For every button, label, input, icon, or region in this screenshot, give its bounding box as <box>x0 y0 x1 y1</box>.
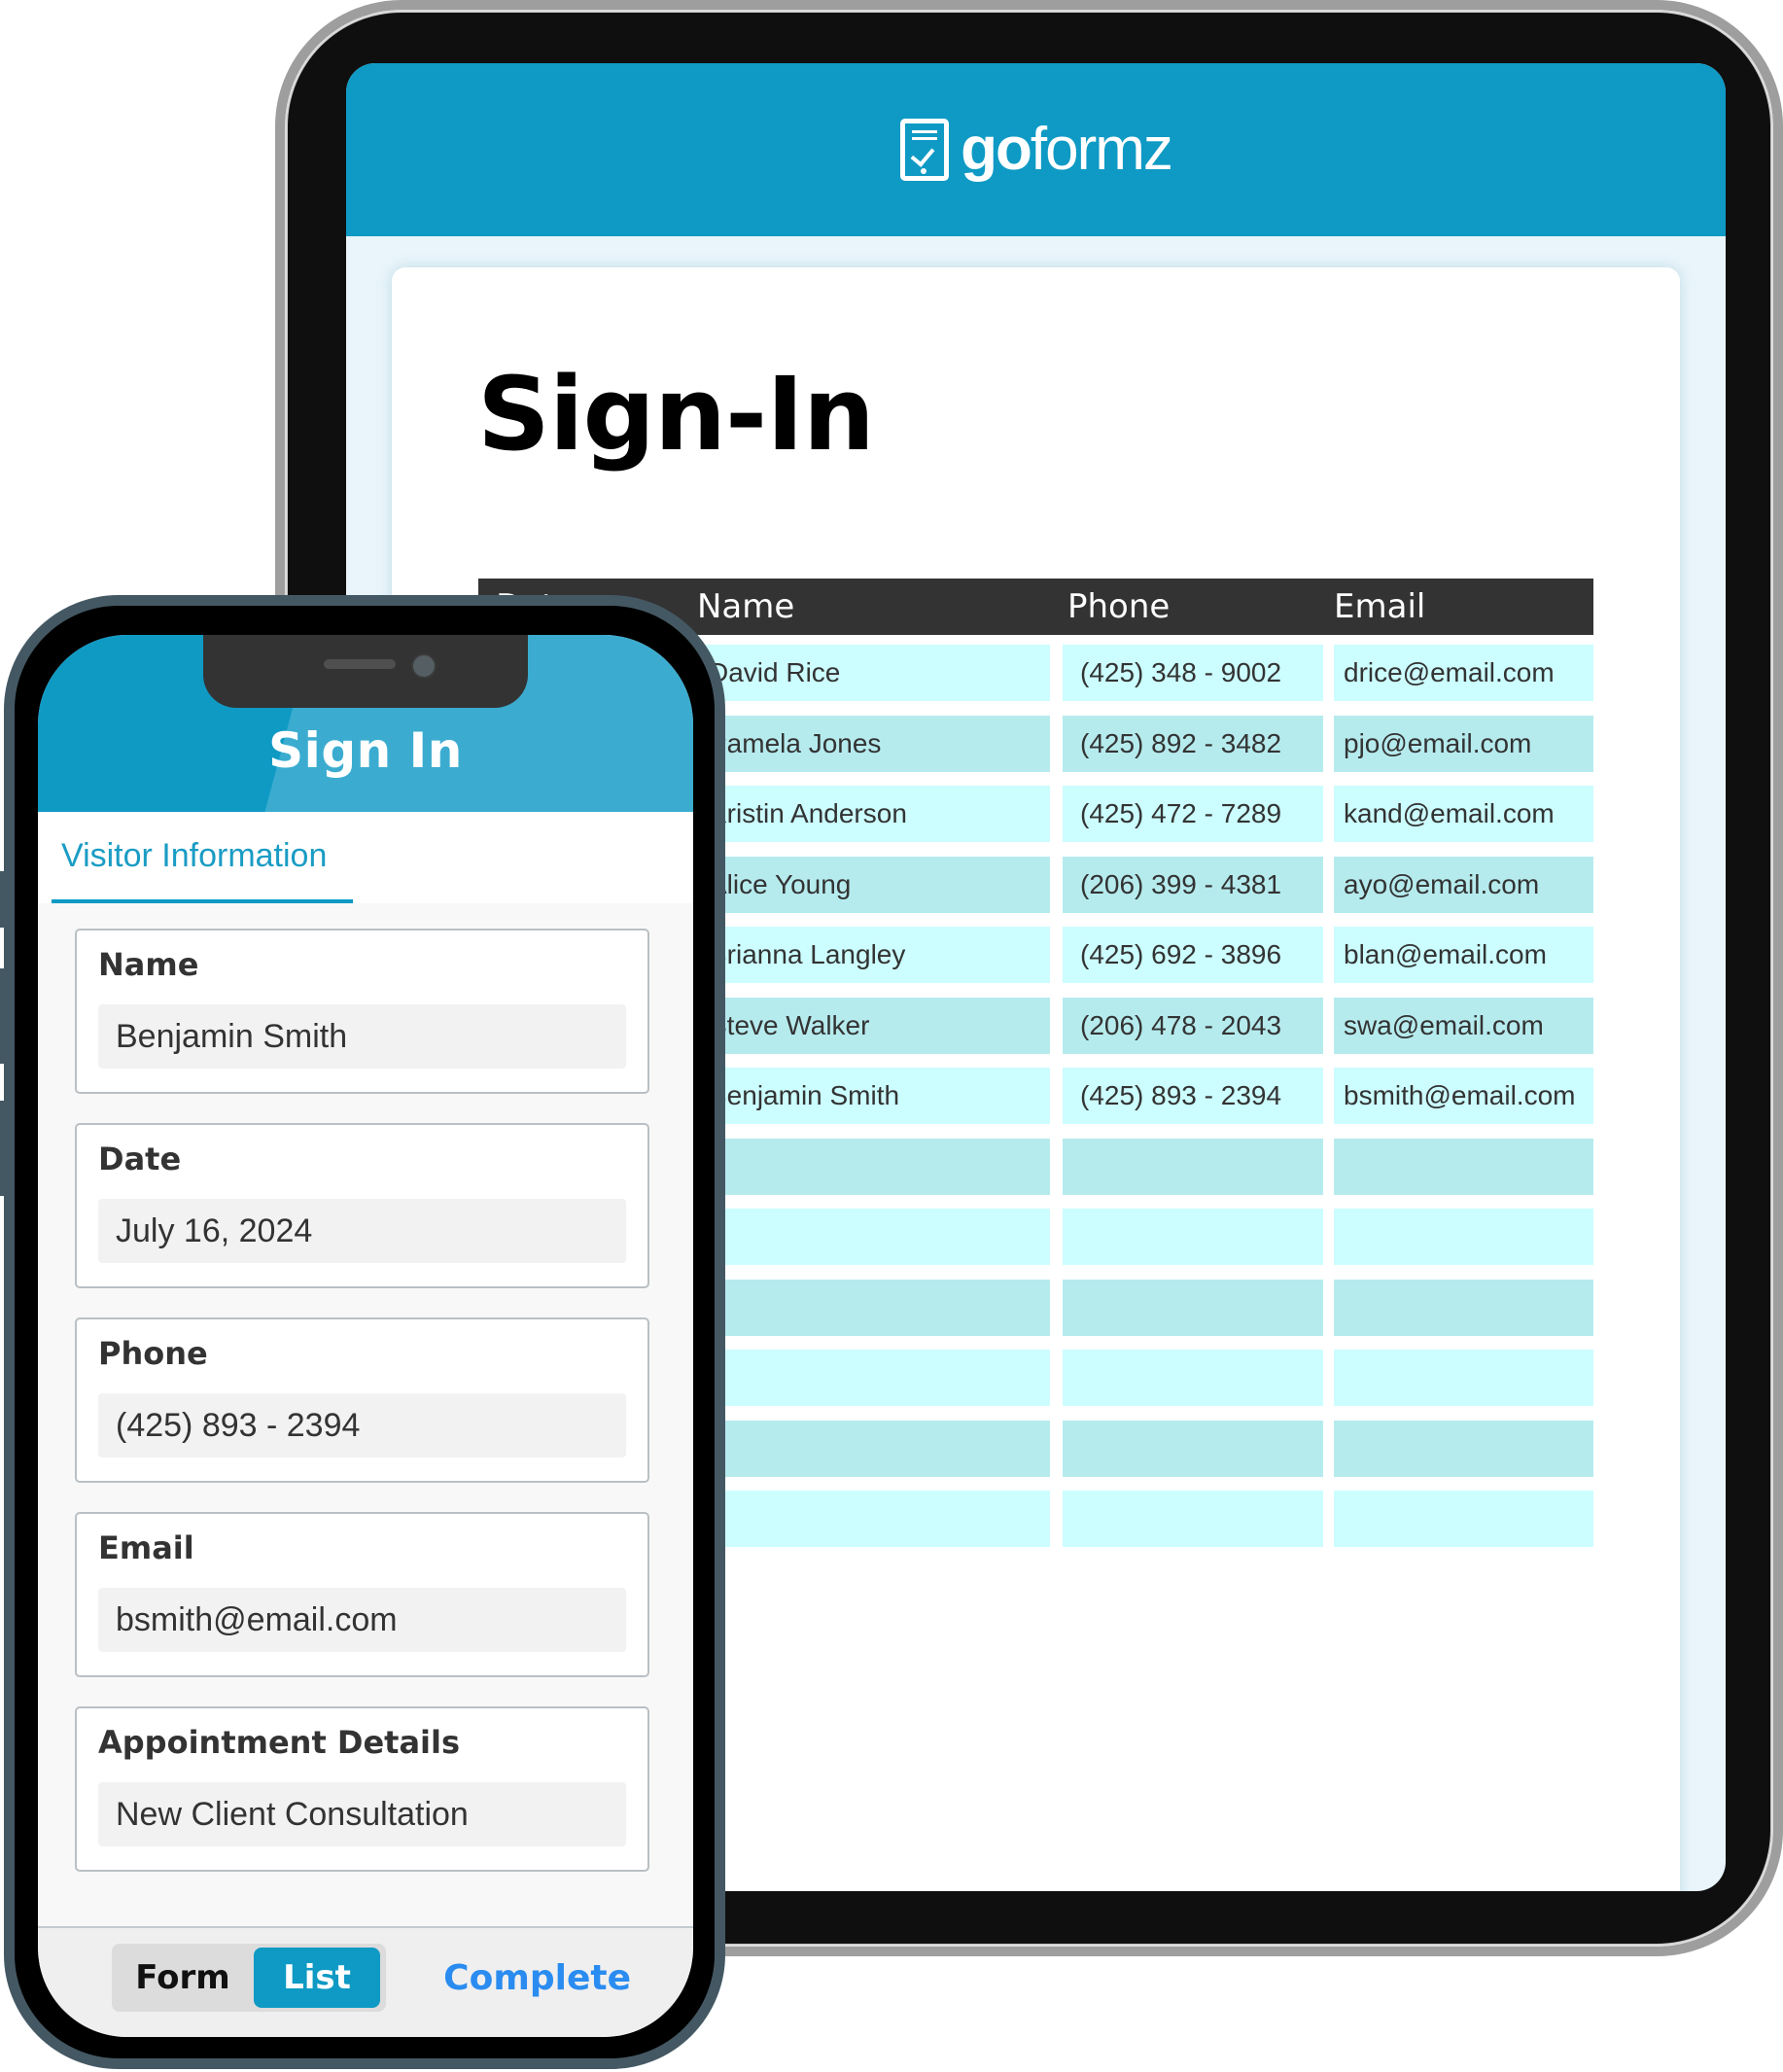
cell-phone[interactable] <box>1063 1279 1323 1336</box>
form-title: Sign In <box>268 722 463 779</box>
cell-phone[interactable]: (425) 892 - 3482 <box>1063 715 1323 772</box>
phone-field: Phone <box>75 1317 649 1483</box>
form-view-button[interactable]: Form <box>112 1944 254 2012</box>
cell-name[interactable]: Pamela Jones <box>691 715 1050 772</box>
brand-wordmark: goformz <box>961 120 1173 180</box>
cell-name[interactable] <box>691 1491 1050 1547</box>
section-tabs: Visitor Information <box>38 812 693 903</box>
cell-email[interactable]: blan@email.com <box>1334 927 1593 983</box>
phone-input[interactable] <box>98 1393 626 1457</box>
phone-screen: Sign In Visitor Information Name Date Ph… <box>38 635 693 2037</box>
brand-bold: go <box>961 116 1032 183</box>
brand-light: formz <box>1030 116 1173 183</box>
cell-email[interactable] <box>1334 1209 1593 1265</box>
tablet-checklist-icon <box>900 119 950 181</box>
date-field: Date <box>75 1123 649 1288</box>
cell-email[interactable]: kand@email.com <box>1334 786 1593 842</box>
cell-phone[interactable] <box>1063 1420 1323 1477</box>
appointment-details-field: Appointment Details <box>75 1706 649 1872</box>
cell-email[interactable] <box>1334 1420 1593 1477</box>
cell-name[interactable]: David Rice <box>691 645 1050 701</box>
tab-visitor-information[interactable]: Visitor Information <box>52 812 353 903</box>
cell-phone[interactable]: (425) 348 - 9002 <box>1063 645 1323 701</box>
cell-email[interactable]: ayo@email.com <box>1334 856 1593 913</box>
phone-device: Sign In Visitor Information Name Date Ph… <box>4 595 725 2069</box>
speaker-icon <box>324 659 396 669</box>
field-label: Email <box>98 1529 194 1566</box>
cell-name[interactable] <box>691 1279 1050 1336</box>
cell-name[interactable]: Alice Young <box>691 856 1050 913</box>
complete-button[interactable]: Complete <box>437 1944 637 2012</box>
cell-phone[interactable]: (425) 472 - 7289 <box>1063 786 1323 842</box>
cell-email[interactable] <box>1334 1279 1593 1336</box>
cell-email[interactable]: pjo@email.com <box>1334 715 1593 772</box>
list-view-button[interactable]: List <box>254 1948 380 2008</box>
cell-phone[interactable] <box>1063 1138 1323 1195</box>
cell-name[interactable] <box>691 1420 1050 1477</box>
date-input[interactable] <box>98 1199 626 1263</box>
cell-name[interactable] <box>691 1209 1050 1265</box>
cell-name[interactable]: Benjamin Smith <box>691 1068 1050 1124</box>
cell-phone[interactable]: (206) 399 - 4381 <box>1063 856 1323 913</box>
cell-phone[interactable]: (425) 893 - 2394 <box>1063 1068 1323 1124</box>
cell-email[interactable] <box>1334 1491 1593 1547</box>
field-label: Phone <box>98 1335 208 1372</box>
app-header: goformz <box>346 63 1726 236</box>
cell-phone[interactable] <box>1063 1209 1323 1265</box>
form-body: Name Date Phone Email Appointment Detail… <box>38 903 693 1930</box>
cell-name[interactable]: Kristin Anderson <box>691 786 1050 842</box>
cell-name[interactable]: Brianna Langley <box>691 927 1050 983</box>
email-input[interactable] <box>98 1588 626 1652</box>
cell-name[interactable]: Steve Walker <box>691 997 1050 1054</box>
camera-icon <box>411 653 437 679</box>
cell-email[interactable]: bsmith@email.com <box>1334 1068 1593 1124</box>
column-header-email: Email <box>1334 587 1426 626</box>
cell-phone[interactable] <box>1063 1491 1323 1547</box>
document-title: Sign-In <box>477 355 875 474</box>
appointment-details-input[interactable] <box>98 1782 626 1846</box>
phone-notch <box>203 635 528 708</box>
column-header-phone: Phone <box>1067 587 1171 626</box>
cell-phone[interactable] <box>1063 1350 1323 1406</box>
email-field: Email <box>75 1512 649 1677</box>
bottom-toolbar: Form List Complete <box>38 1926 693 2037</box>
cell-name[interactable] <box>691 1138 1050 1195</box>
name-field: Name <box>75 929 649 1094</box>
field-label: Name <box>98 946 199 983</box>
cell-email[interactable] <box>1334 1138 1593 1195</box>
cell-email[interactable]: drice@email.com <box>1334 645 1593 701</box>
cell-email[interactable]: swa@email.com <box>1334 997 1593 1054</box>
name-input[interactable] <box>98 1004 626 1069</box>
cell-phone[interactable]: (425) 692 - 3896 <box>1063 927 1323 983</box>
field-label: Appointment Details <box>98 1724 461 1761</box>
goformz-logo: goformz <box>900 119 1173 181</box>
field-label: Date <box>98 1141 182 1177</box>
cell-email[interactable] <box>1334 1350 1593 1406</box>
view-toggle: Form List <box>112 1944 386 2012</box>
cell-phone[interactable]: (206) 478 - 2043 <box>1063 997 1323 1054</box>
cell-name[interactable] <box>691 1350 1050 1406</box>
column-header-name: Name <box>697 587 795 626</box>
